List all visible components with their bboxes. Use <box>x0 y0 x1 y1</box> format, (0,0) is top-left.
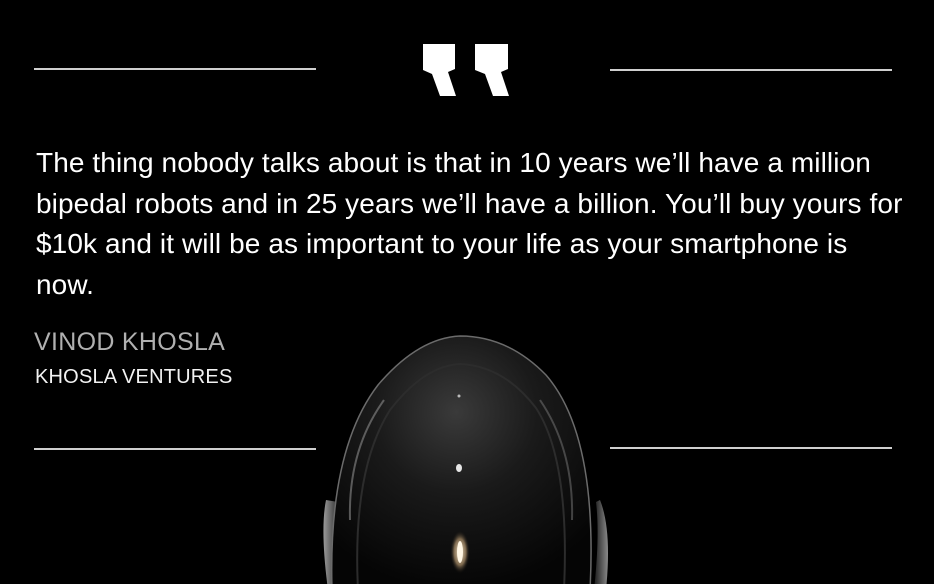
quote-mark-icon <box>423 44 509 96</box>
author-organization: KHOSLA VENTURES <box>35 366 233 388</box>
divider-top-left <box>34 68 316 70</box>
quote-text: The thing nobody talks about is that in … <box>36 147 903 300</box>
divider-bottom-right <box>610 447 892 449</box>
quote-card: The thing nobody talks about is that in … <box>0 0 934 584</box>
robot-head <box>323 335 608 584</box>
author-name: VINOD KHOSLA <box>34 328 226 356</box>
divider-top-right <box>610 69 892 71</box>
divider-bottom-left <box>34 448 316 450</box>
